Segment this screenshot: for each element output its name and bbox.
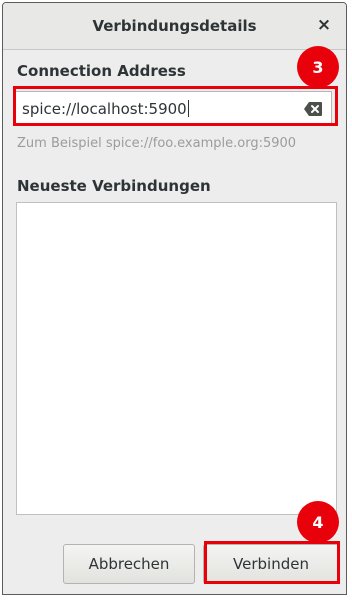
dialog-titlebar: Verbindungsdetails × [3, 3, 346, 50]
step-badge-3: 3 [297, 46, 339, 88]
dialog-title: Verbindungsdetails [92, 17, 257, 35]
connection-dialog: Verbindungsdetails × Connection Address … [2, 2, 347, 595]
connection-address-heading: Connection Address [17, 62, 186, 80]
step-badge-4: 4 [297, 501, 339, 543]
address-example-hint: Zum Beispiel spice://foo.example.org:590… [17, 136, 297, 151]
close-icon[interactable]: × [314, 14, 334, 36]
text-caret [187, 100, 189, 117]
recent-connections-list[interactable] [16, 202, 337, 515]
recent-connections-heading: Neueste Verbindungen [17, 177, 211, 195]
connection-address-value[interactable]: spice://localhost:5900 [22, 100, 189, 118]
cancel-button[interactable]: Abbrechen [63, 544, 195, 584]
dialog-content: Connection Address spice://localhost:590… [3, 50, 346, 594]
connect-button[interactable]: Verbinden [203, 544, 339, 584]
connection-address-input[interactable]: spice://localhost:5900 [15, 91, 332, 126]
clear-text-icon[interactable] [303, 101, 323, 117]
